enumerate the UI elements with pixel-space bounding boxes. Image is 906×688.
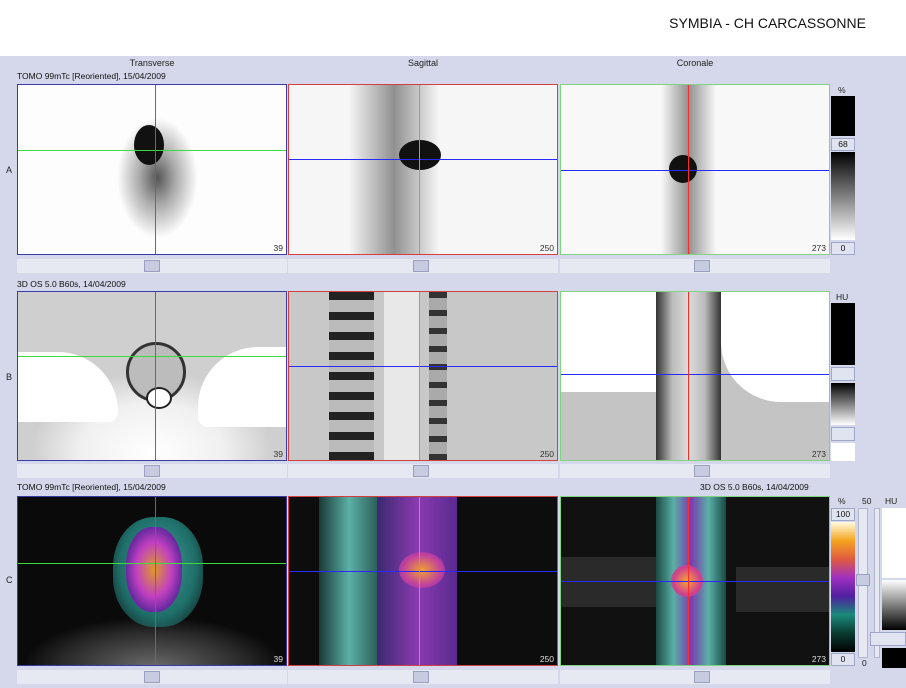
row-c-label: C bbox=[6, 575, 13, 585]
slice-number: 39 bbox=[273, 449, 283, 459]
scale-c-hu-top-bar bbox=[882, 508, 906, 578]
scale-a-gradient bbox=[831, 152, 855, 240]
scale-a-top-bar bbox=[831, 96, 855, 136]
crosshair-horizontal bbox=[18, 563, 286, 564]
slice-slider-b-coronale[interactable] bbox=[560, 464, 830, 478]
scale-c-pct-unit: % bbox=[838, 496, 846, 506]
slice-slider-a-transverse[interactable] bbox=[17, 259, 287, 273]
crosshair-horizontal bbox=[18, 356, 286, 357]
crosshair-vertical bbox=[419, 497, 420, 665]
crosshair-horizontal bbox=[561, 170, 829, 171]
slice-slider-b-transverse[interactable] bbox=[17, 464, 287, 478]
crosshair-vertical bbox=[419, 292, 420, 460]
institution-title: SYMBIA - CH CARCASSONNE bbox=[669, 15, 866, 31]
title-bar: SYMBIA - CH CARCASSONNE bbox=[0, 0, 906, 56]
row-b-series-info: 3D OS 5.0 B60s, 14/04/2009 bbox=[17, 279, 126, 289]
scale-b-gradient bbox=[831, 383, 855, 425]
slice-slider-c-coronale[interactable] bbox=[560, 670, 830, 684]
scale-c-hu-unit: HU bbox=[885, 496, 898, 506]
crosshair-vertical bbox=[688, 497, 689, 665]
scale-c-bottom-value: 0 bbox=[862, 658, 867, 668]
slider-thumb[interactable] bbox=[694, 465, 710, 477]
scale-a-unit: % bbox=[838, 85, 846, 95]
slider-thumb[interactable] bbox=[413, 465, 429, 477]
viewport-b-sagittal[interactable]: 250 bbox=[288, 291, 558, 461]
slider-thumb[interactable] bbox=[144, 260, 160, 272]
viewport-a-coronale[interactable]: 273 bbox=[560, 84, 830, 255]
crosshair-horizontal bbox=[561, 374, 829, 375]
crosshair-horizontal bbox=[289, 366, 557, 367]
viewport-a-sagittal[interactable]: 250 bbox=[288, 84, 558, 255]
crosshair-vertical bbox=[688, 85, 689, 254]
slice-slider-b-sagittal[interactable] bbox=[288, 464, 558, 478]
scale-a-min-value[interactable]: 0 bbox=[831, 242, 855, 255]
slice-slider-a-coronale[interactable] bbox=[560, 259, 830, 273]
slider-thumb[interactable] bbox=[413, 671, 429, 683]
scale-c-mid-value: 50 bbox=[862, 496, 872, 506]
scale-b-bottom-bar bbox=[831, 443, 855, 461]
viewport-b-transverse[interactable]: 39 bbox=[17, 291, 287, 461]
crosshair-vertical bbox=[688, 292, 689, 460]
slice-number: 250 bbox=[539, 449, 554, 459]
viewport-b-coronale[interactable]: 273 bbox=[560, 291, 830, 461]
row-b-label: B bbox=[6, 372, 13, 382]
scale-b-unit: HU bbox=[836, 292, 849, 302]
scale-c-color-gradient bbox=[831, 522, 855, 652]
slice-number: 273 bbox=[811, 449, 826, 459]
scale-b-window-upper[interactable] bbox=[831, 367, 855, 381]
scale-a-max-value[interactable]: 68 bbox=[831, 138, 855, 151]
viewport-c-sagittal[interactable]: 250 bbox=[288, 496, 558, 666]
viewport-c-transverse[interactable]: 39 bbox=[17, 496, 287, 666]
slice-number: 273 bbox=[811, 243, 826, 253]
column-label-transverse: Transverse bbox=[129, 58, 175, 68]
crosshair-horizontal bbox=[289, 159, 557, 160]
crosshair-vertical bbox=[155, 85, 156, 254]
viewport-a-transverse[interactable]: 39 bbox=[17, 84, 287, 255]
row-c-series-info-left: TOMO 99mTc [Reoriented], 15/04/2009 bbox=[17, 482, 166, 492]
viewport-c-coronale[interactable]: 273 bbox=[560, 496, 830, 666]
slice-slider-c-transverse[interactable] bbox=[17, 670, 287, 684]
crosshair-vertical bbox=[419, 85, 420, 254]
slice-number: 273 bbox=[811, 654, 826, 664]
blend-slider-thumb[interactable] bbox=[856, 574, 870, 586]
crosshair-horizontal bbox=[289, 571, 557, 572]
row-a-series-info: TOMO 99mTc [Reoriented], 15/04/2009 bbox=[17, 71, 166, 81]
slice-number: 39 bbox=[273, 243, 283, 253]
crosshair-vertical bbox=[155, 497, 156, 665]
slider-thumb[interactable] bbox=[694, 671, 710, 683]
row-a-label: A bbox=[6, 165, 13, 175]
slice-number: 250 bbox=[539, 654, 554, 664]
slider-thumb[interactable] bbox=[144, 465, 160, 477]
crosshair-horizontal bbox=[561, 581, 829, 582]
slice-slider-a-sagittal[interactable] bbox=[288, 259, 558, 273]
slider-thumb[interactable] bbox=[694, 260, 710, 272]
scale-c-hu-bottom-bar bbox=[882, 648, 906, 668]
column-label-sagittal: Sagittal bbox=[407, 58, 439, 68]
column-label-coronale: Coronale bbox=[676, 58, 714, 68]
slice-number: 39 bbox=[273, 654, 283, 664]
scale-c-hu-gradient bbox=[882, 580, 906, 630]
scale-c-hu-window-handle[interactable] bbox=[870, 632, 906, 646]
slice-number: 250 bbox=[539, 243, 554, 253]
scale-c-min-value[interactable]: 0 bbox=[831, 653, 855, 666]
scale-b-top-bar bbox=[831, 303, 855, 365]
crosshair-horizontal bbox=[18, 150, 286, 151]
crosshair-vertical bbox=[155, 292, 156, 460]
slider-thumb[interactable] bbox=[144, 671, 160, 683]
row-c-series-info-right: 3D OS 5.0 B60s, 14/04/2009 bbox=[700, 482, 809, 492]
slice-slider-c-sagittal[interactable] bbox=[288, 670, 558, 684]
scale-c-max-value[interactable]: 100 bbox=[831, 508, 855, 521]
slider-thumb[interactable] bbox=[413, 260, 429, 272]
scale-b-window-lower[interactable] bbox=[831, 427, 855, 441]
